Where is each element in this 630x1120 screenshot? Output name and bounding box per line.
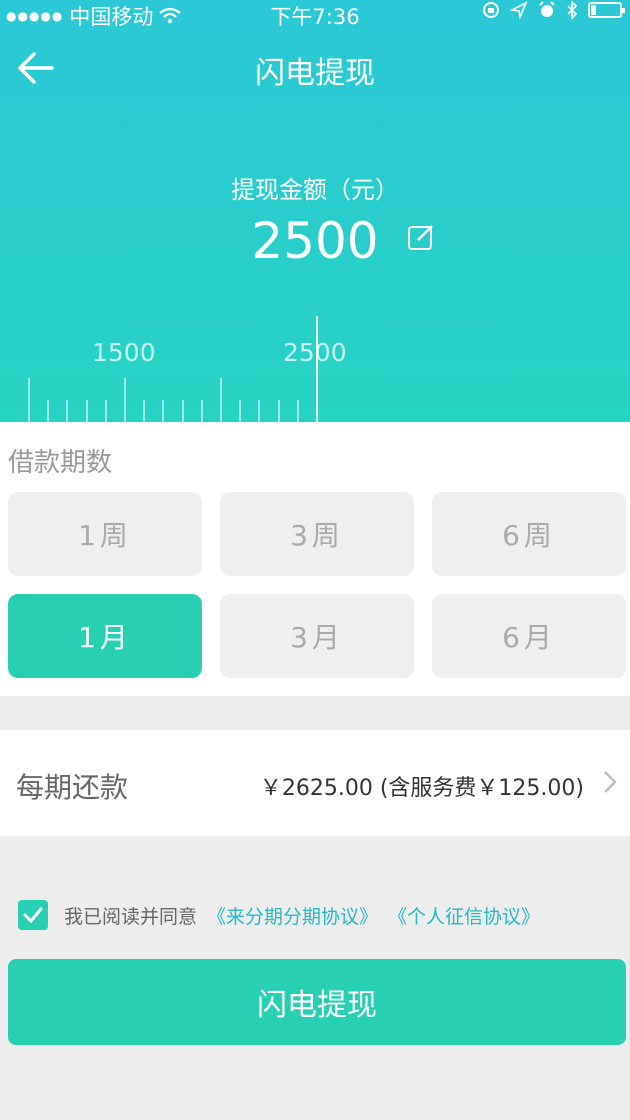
term-option-3-weeks[interactable]: 3周 (220, 492, 414, 576)
repayment-row[interactable]: 每期还款 ￥2625.00 (含服务费￥125.00) (0, 730, 630, 836)
withdraw-button[interactable]: 闪电提现 (8, 959, 626, 1045)
chevron-right-icon (604, 771, 617, 793)
term-option-1-week[interactable]: 1周 (8, 492, 202, 576)
repayment-value: ￥2625.00 (含服务费￥125.00) (259, 776, 584, 801)
ruler-tick (200, 400, 203, 422)
term-option-3-months[interactable]: 3月 (220, 594, 414, 678)
ruler-tick (239, 400, 242, 422)
amount-ruler-slider[interactable]: 1500 2500 (0, 300, 630, 422)
term-section: 借款期数 1周 3周 6周 1月 3月 6月 (0, 422, 630, 696)
orientation-lock-icon (483, 2, 499, 18)
ruler-tick (104, 400, 107, 422)
ruler-tick (277, 400, 280, 422)
repayment-label: 每期还款 (16, 771, 129, 804)
agreement-row: 我已阅读并同意 《来分期分期协议》 《个人征信协议》 (18, 898, 540, 932)
status-bar: ●●●●● 中国移动 下午7:36 (0, 0, 630, 29)
ruler-label-2500: 2500 (283, 338, 347, 367)
credit-agreement-link[interactable]: 《个人征信协议》 (388, 902, 540, 929)
ruler-indicator[interactable] (316, 316, 318, 422)
page-title: 闪电提现 (255, 56, 375, 91)
ruler-tick (181, 400, 184, 422)
alarm-icon (539, 1, 555, 17)
ruler-tick (124, 378, 126, 422)
amount-value: 2500 (251, 212, 379, 270)
ruler-tick (220, 378, 222, 422)
ruler-tick (66, 400, 69, 422)
checkmark-icon (23, 907, 43, 924)
term-option-6-months[interactable]: 6月 (432, 594, 626, 678)
term-option-1-month[interactable]: 1月 (8, 594, 202, 678)
header-area: ●●●●● 中国移动 下午7:36 闪电提现 提现金额（元） 2500 1500… (0, 0, 630, 422)
ruler-label-1500: 1500 (92, 338, 156, 367)
ruler-tick (162, 400, 165, 422)
bluetooth-icon (567, 1, 578, 19)
ruler-tick (258, 400, 261, 422)
agreement-checkbox[interactable] (18, 900, 48, 930)
ruler-tick (85, 400, 88, 422)
agreement-text: 我已阅读并同意 (64, 905, 198, 928)
amount-label: 提现金额（元） (231, 176, 399, 204)
term-option-6-weeks[interactable]: 6周 (432, 492, 626, 576)
battery-icon (588, 2, 625, 18)
edit-icon[interactable] (406, 222, 436, 252)
ruler-tick (296, 400, 299, 422)
term-title: 借款期数 (8, 448, 113, 478)
installment-agreement-link[interactable]: 《来分期分期协议》 (207, 902, 378, 929)
ruler-tick (28, 378, 30, 422)
ruler-tick (143, 400, 146, 422)
location-icon (510, 1, 528, 19)
ruler-tick (47, 400, 50, 422)
